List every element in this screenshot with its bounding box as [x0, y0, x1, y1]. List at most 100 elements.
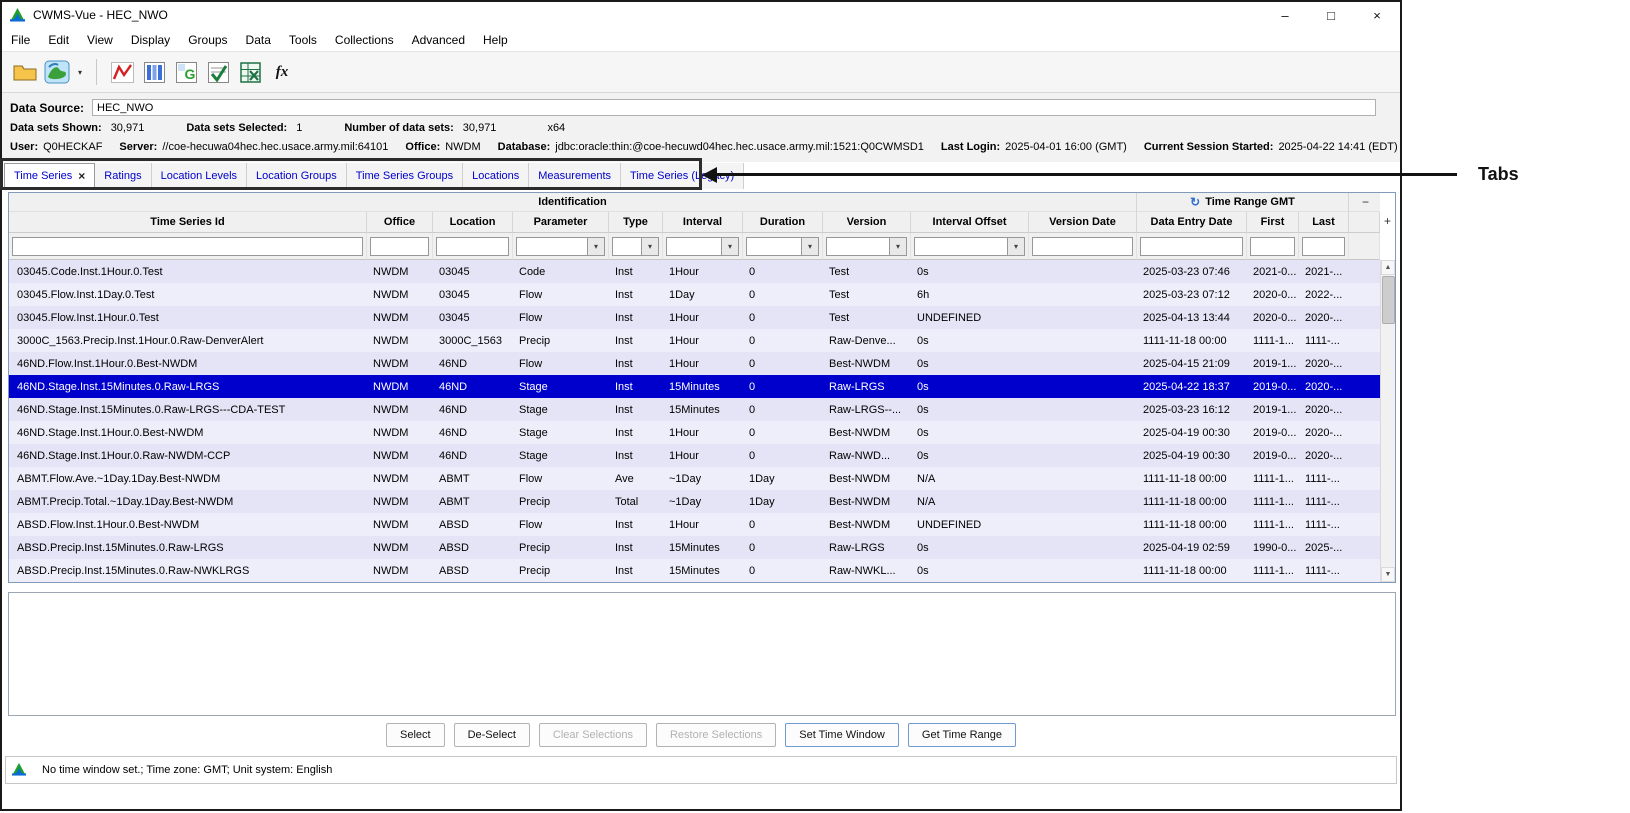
- table-cell[interactable]: Best-NWDM: [823, 490, 911, 513]
- filter-type[interactable]: [612, 237, 642, 256]
- table-cell[interactable]: Best-NWDM: [823, 513, 911, 536]
- action-button-clear-selections[interactable]: Clear Selections: [539, 723, 647, 747]
- table-cell[interactable]: NWDM: [367, 490, 433, 513]
- table-cell[interactable]: 03045.Code.Inst.1Hour.0.Test: [9, 260, 367, 283]
- table-cell[interactable]: 0s: [911, 352, 1029, 375]
- col-type[interactable]: Type: [609, 212, 663, 233]
- tab-location-levels[interactable]: Location Levels: [152, 163, 247, 189]
- col-location[interactable]: Location: [433, 212, 513, 233]
- scroll-up-icon[interactable]: ▲: [1381, 260, 1395, 275]
- chevron-down-icon[interactable]: ▾: [722, 237, 739, 256]
- table-cell[interactable]: 1990-0...: [1247, 536, 1299, 559]
- map-dropdown-arrow[interactable]: ▾: [74, 56, 86, 88]
- table-cell[interactable]: 3000C_1563.Precip.Inst.1Hour.0.Raw-Denve…: [9, 329, 367, 352]
- table-cell[interactable]: Stage: [513, 375, 609, 398]
- table-row[interactable]: 46ND.Stage.Inst.1Hour.0.Raw-NWDM-CCPNWDM…: [9, 444, 1380, 467]
- table-cell[interactable]: [1029, 421, 1137, 444]
- table-cell[interactable]: 2022-...: [1299, 283, 1349, 306]
- close-button[interactable]: ×: [1354, 2, 1400, 28]
- table-cell[interactable]: ~1Day: [663, 467, 743, 490]
- panel-minimize-icon[interactable]: −: [1362, 194, 1369, 210]
- table-cell[interactable]: 0s: [911, 559, 1029, 582]
- table-cell[interactable]: [1029, 329, 1137, 352]
- table-cell[interactable]: 2019-1...: [1247, 398, 1299, 421]
- table-cell[interactable]: 15Minutes: [663, 375, 743, 398]
- table-cell[interactable]: 3000C_1563: [433, 329, 513, 352]
- table-cell[interactable]: Best-NWDM: [823, 352, 911, 375]
- table-cell[interactable]: 0: [743, 283, 823, 306]
- filter-version-date[interactable]: [1032, 237, 1133, 256]
- table-cell[interactable]: [1029, 467, 1137, 490]
- table-cell[interactable]: 0s: [911, 444, 1029, 467]
- col-version-date[interactable]: Version Date: [1029, 212, 1137, 233]
- table-cell[interactable]: 03045: [433, 283, 513, 306]
- filter-data-entry-date[interactable]: [1140, 237, 1243, 256]
- table-cell[interactable]: Inst: [609, 283, 663, 306]
- table-cell[interactable]: 1Hour: [663, 444, 743, 467]
- minimize-button[interactable]: –: [1262, 2, 1308, 28]
- table-cell[interactable]: 2025-03-23 07:12: [1137, 283, 1247, 306]
- menu-advanced[interactable]: Advanced: [403, 30, 474, 50]
- table-cell[interactable]: 0s: [911, 421, 1029, 444]
- menu-groups[interactable]: Groups: [179, 30, 236, 50]
- table-row[interactable]: ABSD.Precip.Inst.15Minutes.0.Raw-LRGSNWD…: [9, 536, 1380, 559]
- table-cell[interactable]: 2020-...: [1299, 444, 1349, 467]
- table-cell[interactable]: Precip: [513, 536, 609, 559]
- table-cell[interactable]: 1Hour: [663, 329, 743, 352]
- table-cell[interactable]: Inst: [609, 375, 663, 398]
- table-cell[interactable]: 1111-...: [1299, 559, 1349, 582]
- table-cell[interactable]: 1111-1...: [1247, 513, 1299, 536]
- table-cell[interactable]: 2025-03-23 16:12: [1137, 398, 1247, 421]
- table-cell[interactable]: 03045.Flow.Inst.1Day.0.Test: [9, 283, 367, 306]
- table-cell[interactable]: ABMT: [433, 467, 513, 490]
- table-cell[interactable]: ABSD: [433, 536, 513, 559]
- table-cell[interactable]: 1Hour: [663, 513, 743, 536]
- table-cell[interactable]: NWDM: [367, 306, 433, 329]
- filter-parameter[interactable]: [516, 237, 588, 256]
- tab-time-series-legacy[interactable]: Time Series (Legacy): [621, 163, 744, 189]
- table-cell[interactable]: 46ND: [433, 421, 513, 444]
- menu-help[interactable]: Help: [474, 30, 517, 50]
- menu-display[interactable]: Display: [122, 30, 179, 50]
- table-cell[interactable]: NWDM: [367, 467, 433, 490]
- datasource-field[interactable]: HEC_NWO: [92, 99, 1376, 116]
- table-cell[interactable]: UNDEFINED: [911, 306, 1029, 329]
- table-cell[interactable]: 2025-04-22 18:37: [1137, 375, 1247, 398]
- table-cell[interactable]: [1029, 375, 1137, 398]
- filter-office[interactable]: [370, 237, 429, 256]
- table-cell[interactable]: [1029, 444, 1137, 467]
- table-cell[interactable]: Raw-LRGS: [823, 536, 911, 559]
- table-row[interactable]: 46ND.Stage.Inst.15Minutes.0.Raw-LRGSNWDM…: [9, 375, 1380, 398]
- table-cell[interactable]: 15Minutes: [663, 559, 743, 582]
- tabulate-button[interactable]: [139, 56, 169, 88]
- col-parameter[interactable]: Parameter: [513, 212, 609, 233]
- table-cell[interactable]: Inst: [609, 398, 663, 421]
- table-cell[interactable]: 1111-1...: [1247, 490, 1299, 513]
- col-office[interactable]: Office: [367, 212, 433, 233]
- table-cell[interactable]: 0: [743, 375, 823, 398]
- table-cell[interactable]: 1Hour: [663, 421, 743, 444]
- table-cell[interactable]: 2020-0...: [1247, 283, 1299, 306]
- col-data-entry-date[interactable]: Data Entry Date: [1137, 212, 1247, 233]
- table-cell[interactable]: Precip: [513, 329, 609, 352]
- col-last[interactable]: Last: [1299, 212, 1349, 233]
- table-cell[interactable]: Inst: [609, 306, 663, 329]
- table-cell[interactable]: 2020-...: [1299, 375, 1349, 398]
- filter-duration[interactable]: [746, 237, 802, 256]
- scrollbar-thumb[interactable]: [1382, 276, 1395, 324]
- action-button-set-time-window[interactable]: Set Time Window: [785, 723, 899, 747]
- table-cell[interactable]: 2025-04-13 13:44: [1137, 306, 1247, 329]
- validate-check-button[interactable]: [203, 56, 233, 88]
- table-cell[interactable]: Test: [823, 306, 911, 329]
- excel-export-button[interactable]: [235, 56, 265, 88]
- table-cell[interactable]: 03045: [433, 306, 513, 329]
- menu-view[interactable]: View: [78, 30, 122, 50]
- table-cell[interactable]: 0: [743, 559, 823, 582]
- chevron-down-icon[interactable]: ▾: [802, 237, 819, 256]
- map-viewer-button[interactable]: [42, 56, 72, 88]
- table-row[interactable]: ABSD.Flow.Inst.1Hour.0.Best-NWDMNWDMABSD…: [9, 513, 1380, 536]
- table-cell[interactable]: 1111-...: [1299, 467, 1349, 490]
- table-cell[interactable]: 2021-0...: [1247, 260, 1299, 283]
- table-cell[interactable]: 46ND.Stage.Inst.15Minutes.0.Raw-LRGS---C…: [9, 398, 367, 421]
- table-cell[interactable]: ABMT.Flow.Ave.~1Day.1Day.Best-NWDM: [9, 467, 367, 490]
